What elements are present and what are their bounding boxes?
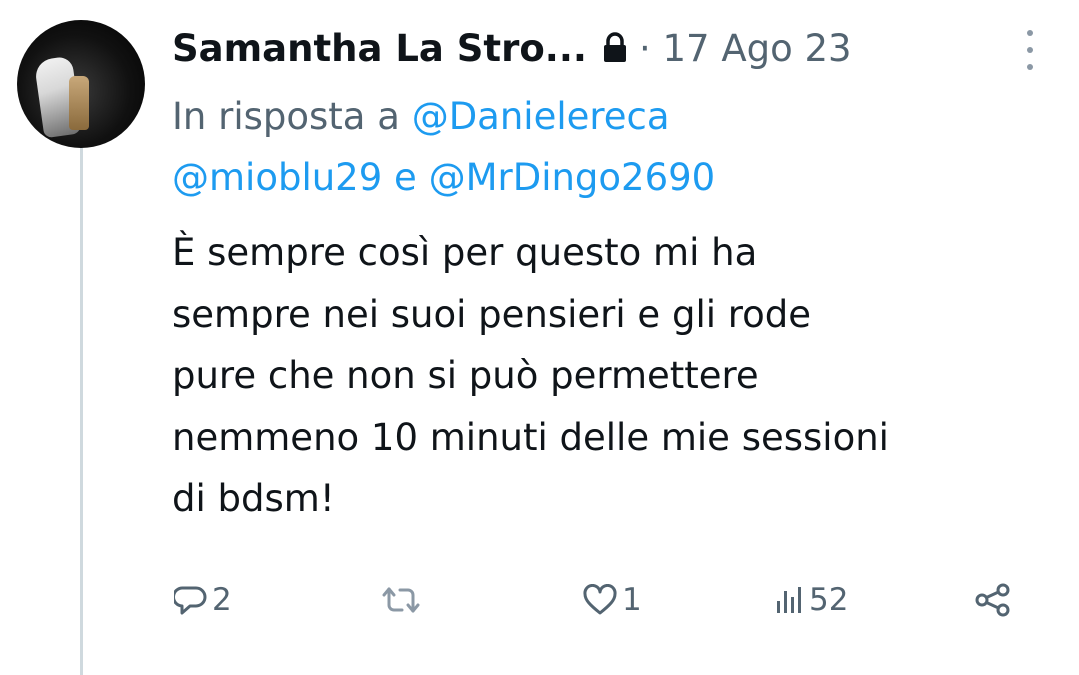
tweet-text-line: nemmeno 10 minuti delle mie sessioni [172,415,889,459]
mention-conjunction: e [394,156,417,199]
mention-link[interactable]: @mioblu29 [172,156,382,199]
tweet-text-line: sempre nei suoi pensieri e gli rode [172,292,812,336]
views-icon [775,585,805,615]
views-count: 52 [809,582,849,618]
like-count: 1 [622,582,642,618]
share-button[interactable] [974,575,1012,625]
share-icon [974,582,1012,618]
retweet-icon [380,585,422,615]
tweet-header: Samantha La Stro... · 17 Ago 23 [172,18,1039,78]
like-button[interactable]: 1 [582,575,642,625]
tweet-text: È sempre così per questo mi ha sempre ne… [172,222,1052,530]
action-bar: 2 1 52 [172,575,1032,625]
reply-icon [174,584,208,616]
like-icon [582,584,618,616]
reply-button[interactable]: 2 [174,575,232,625]
mention-link[interactable]: @Danielereca [412,95,670,138]
reply-count: 2 [212,582,232,618]
avatar-bottle [69,76,89,130]
avatar[interactable] [17,20,145,148]
reply-prefix: In risposta a [172,95,400,138]
tweet-text-line: È sempre così per questo mi ha [172,231,758,274]
tweet-text-line: pure che non si può permettere [172,354,759,397]
retweet-button[interactable] [380,575,422,625]
author-name[interactable]: Samantha La Stro... [172,27,587,70]
tweet-text-line: di bdsm! [172,477,335,520]
views-button[interactable]: 52 [775,575,848,625]
tweet-date[interactable]: · 17 Ago 23 [639,27,852,70]
reply-context: In risposta a @Danielereca @mioblu29 e @… [172,86,1032,208]
mention-link[interactable]: @MrDingo2690 [429,156,716,199]
lock-icon [601,32,629,64]
thread-line [80,140,83,675]
more-icon[interactable] [1025,30,1035,70]
